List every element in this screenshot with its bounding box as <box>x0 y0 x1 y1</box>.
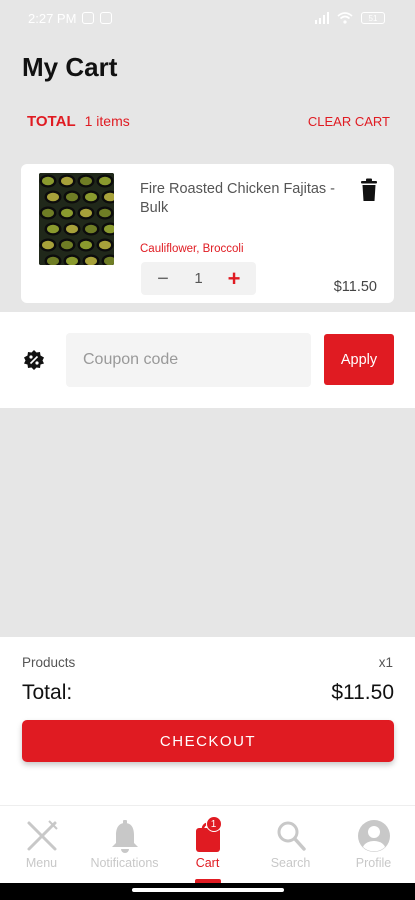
home-indicator[interactable] <box>132 888 284 892</box>
nav-item-notifications[interactable]: Notifications <box>83 806 166 883</box>
status-left: 2:27 PM <box>28 10 113 26</box>
item-name[interactable]: Fire Roasted Chicken Fajitas - Bulk <box>140 180 355 218</box>
item-options: Cauliflower, Broccoli <box>140 243 244 255</box>
products-count: x1 <box>378 655 393 670</box>
products-label: Products <box>22 655 76 670</box>
checkout-button[interactable]: CHECKOUT <box>22 720 394 762</box>
status-time: 2:27 PM <box>28 10 77 26</box>
items-count: 1 items <box>84 113 130 129</box>
cart-badge: 1 <box>205 816 222 832</box>
shopping-bag-icon: 1 <box>190 816 226 854</box>
decrease-quantity-button[interactable]: − <box>151 267 175 291</box>
system-nav-bar <box>0 883 415 900</box>
cart-summary-row: TOTAL 1 items CLEAR CART <box>27 110 390 132</box>
user-icon <box>356 818 392 854</box>
order-summary: Products x1 Total: $11.50 CHECKOUT <box>0 637 415 805</box>
bottom-nav: Menu Notifications 1 Cart Search Profile <box>0 805 415 883</box>
nav-label-menu: Menu <box>25 856 58 870</box>
discount-badge-icon <box>24 350 44 370</box>
bell-icon <box>107 818 143 854</box>
apply-coupon-button[interactable]: Apply <box>324 334 394 385</box>
quantity-value: 1 <box>194 270 203 287</box>
cart-total-group: TOTAL 1 items <box>27 113 130 130</box>
delete-item-button[interactable] <box>359 178 379 202</box>
cart-item-card: Fire Roasted Chicken Fajitas - Bulk Caul… <box>21 164 394 303</box>
wifi-icon <box>337 12 353 24</box>
signal-icon <box>315 12 329 24</box>
status-bar: 2:27 PM 51 <box>0 0 415 36</box>
coupon-section: Apply <box>0 312 415 408</box>
page-title: My Cart <box>22 52 118 82</box>
item-price: $11.50 <box>333 279 377 295</box>
quantity-stepper: − 1 + <box>141 262 256 295</box>
coupon-input[interactable] <box>66 333 311 387</box>
trash-icon <box>361 178 377 201</box>
battery-icon: 51 <box>361 12 385 24</box>
minus-icon: − <box>157 267 169 290</box>
search-icon <box>273 818 309 854</box>
plus-icon: + <box>227 265 241 291</box>
total-label: Total: <box>22 681 73 704</box>
increase-quantity-button[interactable]: + <box>222 267 246 291</box>
total-row: Total: $11.50 <box>22 681 394 705</box>
status-right: 51 <box>315 12 385 24</box>
item-thumbnail[interactable] <box>39 173 114 265</box>
fork-knife-icon <box>24 818 60 854</box>
nav-label-profile: Profile <box>355 856 392 870</box>
food-image <box>39 173 114 265</box>
total-label: TOTAL <box>27 112 76 130</box>
total-value: $11.50 <box>331 681 394 704</box>
nav-item-menu[interactable]: Menu <box>0 806 83 883</box>
products-row: Products x1 <box>22 655 393 670</box>
nav-item-search[interactable]: Search <box>249 806 332 883</box>
app-notification-icon <box>100 12 113 24</box>
nav-item-cart[interactable]: 1 Cart <box>166 806 249 883</box>
nav-label-cart: Cart <box>195 856 220 870</box>
notification-icon <box>82 12 95 24</box>
nav-item-profile[interactable]: Profile <box>332 806 415 883</box>
nav-label-notifications: Notifications <box>90 856 159 870</box>
nav-label-search: Search <box>270 856 311 870</box>
clear-cart-button[interactable]: CLEAR CART <box>308 114 390 129</box>
